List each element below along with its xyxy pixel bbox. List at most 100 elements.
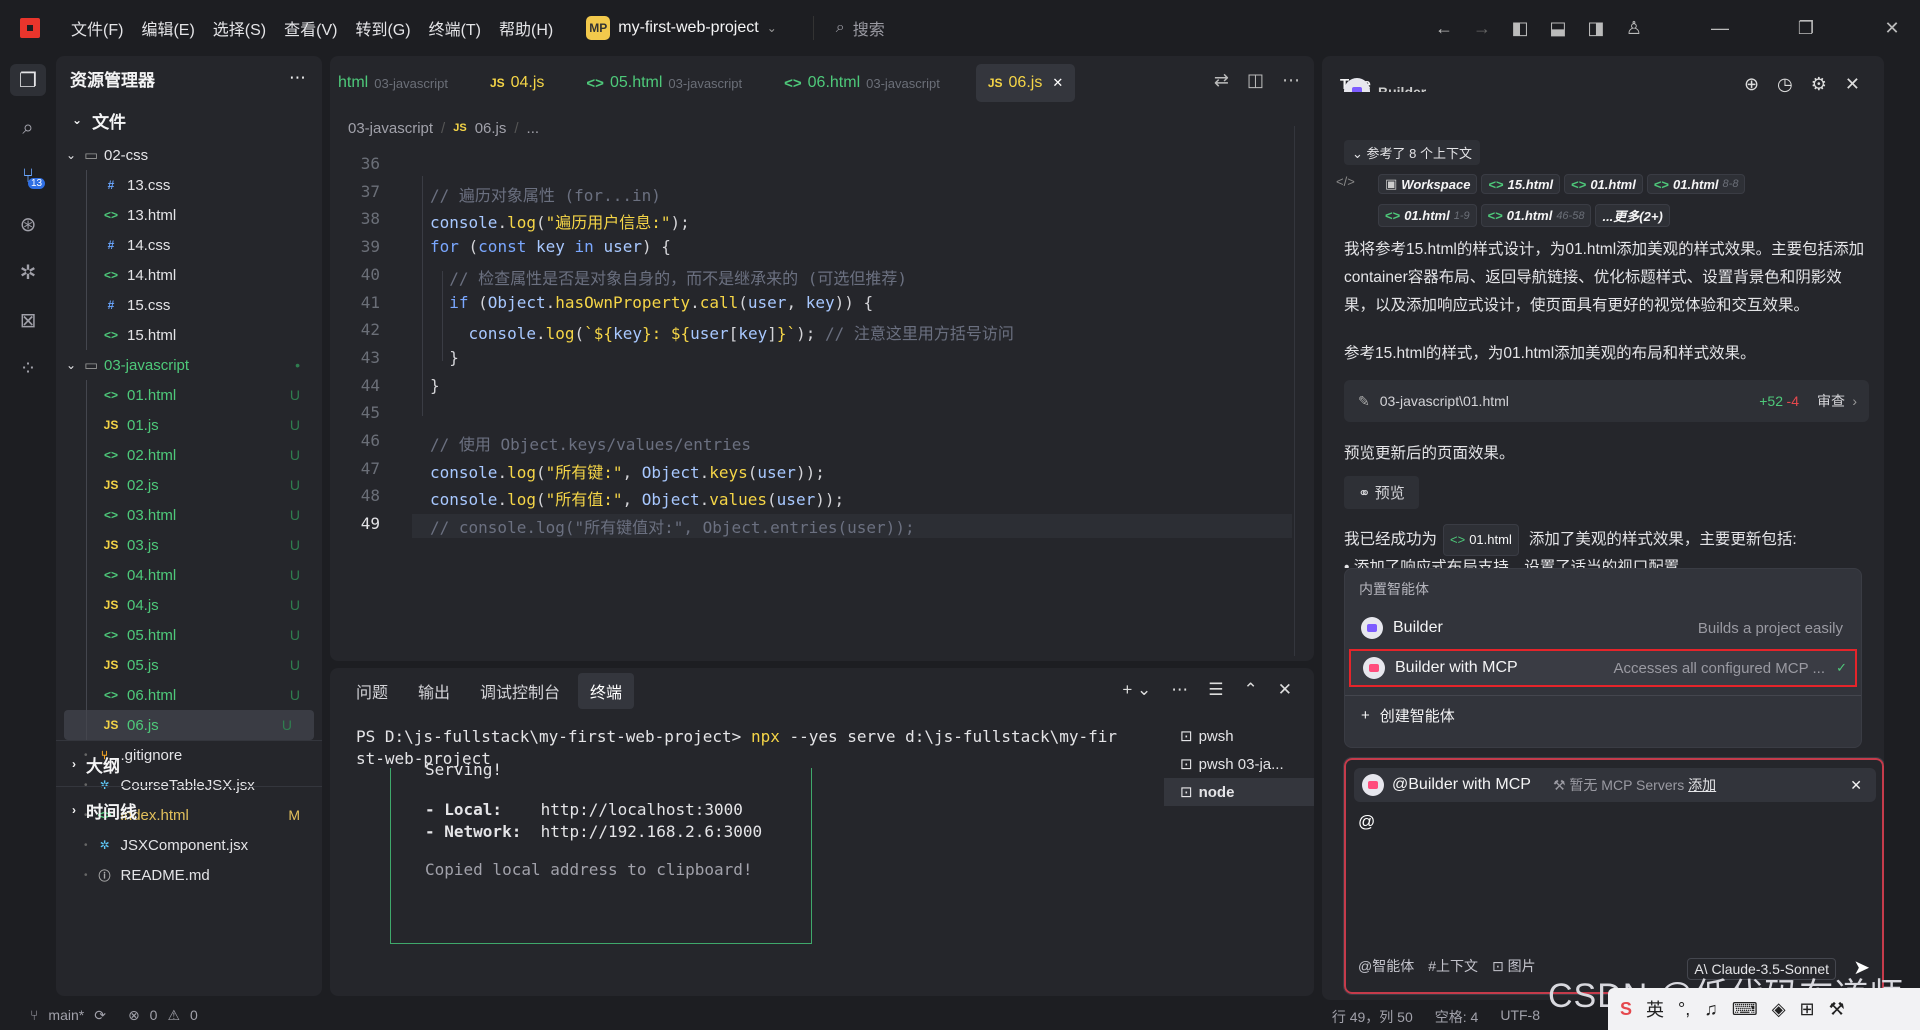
ime-punct-icon[interactable]: °,: [1678, 999, 1690, 1020]
create-agent-button[interactable]: + 创建智能体: [1349, 696, 1857, 734]
panel-tab[interactable]: 终端: [578, 673, 635, 709]
agent-tool-button[interactable]: @智能体: [1358, 956, 1414, 976]
source-control-icon[interactable]: ⑂ 13: [0, 152, 56, 200]
file-item[interactable]: JS 06.js U: [64, 710, 314, 740]
more-icon[interactable]: ⋯: [1171, 680, 1188, 700]
ime-lang[interactable]: 英: [1646, 996, 1664, 1022]
timeline-section-header[interactable]: › 时间线: [56, 790, 137, 830]
context-toggle[interactable]: ⌄ 参考了 8 个上下文: [1344, 140, 1480, 165]
terminal-instance[interactable]: ⊡ node: [1164, 778, 1314, 806]
image-tool-button[interactable]: ⊡ 图片: [1492, 956, 1536, 976]
ime-tool-icon[interactable]: ⚒: [1829, 999, 1845, 1020]
menu-item[interactable]: 选择(S): [204, 16, 275, 40]
forward-icon[interactable]: →: [1472, 18, 1492, 39]
close-tab-icon[interactable]: ✕: [1052, 75, 1063, 91]
terminal-instance[interactable]: ⊡ pwsh: [1164, 722, 1314, 750]
history-icon[interactable]: ◷: [1777, 74, 1793, 95]
panel-tab[interactable]: 输出: [406, 673, 462, 709]
menu-item[interactable]: 转到(G): [346, 16, 419, 40]
explorer-icon[interactable]: ❐: [0, 56, 56, 104]
terminal-settings-icon[interactable]: ☰: [1208, 680, 1223, 700]
debug-icon[interactable]: ✲: [0, 248, 56, 296]
file-item[interactable]: JS 05.js U: [56, 650, 322, 680]
file-item[interactable]: JS 03.js U: [56, 530, 322, 560]
settings-icon[interactable]: ⚙: [1811, 74, 1827, 95]
context-chip[interactable]: <> 01.html: [1564, 174, 1643, 194]
code-editor[interactable]: 36 37 // 遍历对象属性 (for...in) 38 console.log("遍…: [330, 146, 1314, 561]
ime-skin-icon[interactable]: ◈: [1772, 999, 1786, 1020]
file-item[interactable]: <> 15.html: [56, 320, 322, 350]
folder-item[interactable]: ⌄ ▭ 02-css: [56, 140, 322, 170]
ime-mic-icon[interactable]: ♫: [1704, 999, 1718, 1020]
file-item[interactable]: • ✲ JSXComponent.jsx: [56, 830, 322, 860]
minimize-icon[interactable]: —: [1710, 18, 1730, 39]
menu-item[interactable]: 文件(F): [62, 16, 132, 40]
file-item[interactable]: <> 04.html U: [56, 560, 322, 590]
context-chip[interactable]: ▣ Workspace: [1378, 174, 1478, 194]
breadcrumb-item[interactable]: 03-javascript: [348, 120, 433, 137]
editor-tab[interactable]: html 03-javascript: [330, 64, 460, 102]
toggle-panel-icon[interactable]: ⬓: [1548, 18, 1568, 39]
file-change-card[interactable]: ✎ 03-javascript\01.html +52 -4 审查 ›: [1344, 380, 1869, 422]
menu-item[interactable]: 编辑(E): [132, 16, 203, 40]
terminal-instance[interactable]: ⊡ pwsh 03-ja...: [1164, 750, 1314, 778]
file-item[interactable]: <> 03.html U: [56, 500, 322, 530]
panel-tab[interactable]: 调试控制台: [468, 673, 572, 709]
sync-icon[interactable]: ⟳: [94, 1007, 106, 1024]
remove-mention-icon[interactable]: ✕: [1850, 777, 1862, 794]
breadcrumb-item[interactable]: ...: [527, 120, 540, 137]
file-item[interactable]: <> 14.html: [56, 260, 322, 290]
agent-option-builder-with-mcp[interactable]: Builder with MCP Accesses all configured…: [1349, 649, 1857, 687]
extensions-icon[interactable]: ⁘: [0, 344, 56, 392]
file-item[interactable]: <> 05.html U: [56, 620, 322, 650]
account-icon[interactable]: ♙: [1624, 18, 1644, 39]
editor-tab[interactable]: <> 05.html 03-javascript: [574, 64, 754, 102]
maximize-panel-icon[interactable]: ⌃: [1244, 680, 1258, 700]
new-chat-icon[interactable]: ⊕: [1744, 74, 1759, 95]
file-item[interactable]: JS 01.js U: [56, 410, 322, 440]
editor-scrollbar[interactable]: [1294, 126, 1310, 656]
compare-icon[interactable]: ⇄: [1214, 70, 1229, 91]
close-icon[interactable]: ✕: [1845, 74, 1860, 95]
context-chip[interactable]: <> 15.html: [1481, 174, 1561, 194]
indent-setting[interactable]: 空格: 4: [1435, 1007, 1479, 1027]
branch-name[interactable]: main*: [48, 1007, 84, 1023]
file-item[interactable]: <> 01.html U: [56, 380, 322, 410]
breadcrumb-item[interactable]: 06.js: [475, 120, 507, 137]
preview-button[interactable]: ⚭ 预览: [1344, 476, 1419, 509]
menu-item[interactable]: 帮助(H): [490, 16, 562, 40]
menu-item[interactable]: 查看(V): [275, 16, 346, 40]
preview-icon[interactable]: ⊠: [0, 296, 56, 344]
toggle-sidebar-icon[interactable]: ◧: [1510, 18, 1530, 39]
chat-input-box[interactable]: @Builder with MCP ⚒ 暂无 MCP Servers 添加 ✕ …: [1343, 757, 1884, 995]
close-panel-icon[interactable]: ✕: [1278, 680, 1292, 700]
file-item[interactable]: JS 02.js U: [56, 470, 322, 500]
restore-icon[interactable]: ❐: [1796, 18, 1816, 39]
new-terminal-icon[interactable]: + ⌄: [1122, 680, 1151, 700]
toggle-right-panel-icon[interactable]: ◨: [1586, 18, 1606, 39]
context-chip[interactable]: <> 01.html 1-9: [1378, 204, 1477, 227]
warning-count[interactable]: 0: [190, 1007, 198, 1023]
context-chip[interactable]: <> 01.html 8-8: [1646, 174, 1746, 194]
remote-icon[interactable]: ⊛: [0, 200, 56, 248]
file-item[interactable]: <> 13.html: [56, 200, 322, 230]
mcp-add-link[interactable]: 添加: [1688, 777, 1716, 793]
context-chip[interactable]: ...更多(2+): [1595, 204, 1670, 227]
outline-section-header[interactable]: › 大纲: [56, 744, 120, 784]
ime-grid-icon[interactable]: ⊞: [1800, 999, 1815, 1020]
review-button[interactable]: 审查: [1817, 391, 1845, 411]
global-search[interactable]: ⌕ 搜索: [812, 16, 885, 40]
file-item[interactable]: JS 04.js U: [56, 590, 322, 620]
context-tool-button[interactable]: #上下文: [1428, 956, 1478, 976]
context-chip[interactable]: <> 01.html 46-58: [1480, 204, 1592, 227]
folder-item[interactable]: ⌄ ▭ 03-javascript •: [56, 350, 322, 380]
chat-input-text[interactable]: @: [1358, 812, 1375, 832]
agent-option-builder[interactable]: Builder Builds a project easily: [1349, 609, 1857, 647]
error-count[interactable]: 0: [150, 1007, 158, 1023]
editor-tab[interactable]: JS 04.js: [478, 64, 556, 102]
close-window-icon[interactable]: ✕: [1882, 18, 1902, 39]
more-icon[interactable]: ⋯: [289, 68, 306, 88]
back-icon[interactable]: ←: [1434, 18, 1454, 39]
file-item[interactable]: #14.css: [56, 230, 322, 260]
file-item[interactable]: • ⓘ README.md: [56, 860, 322, 890]
